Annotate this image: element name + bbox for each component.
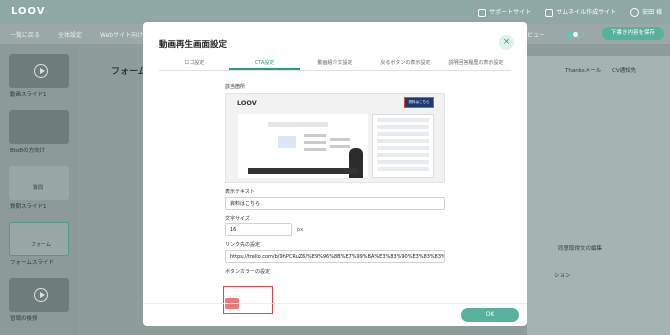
slide-label: 冒頭の挨拶: [10, 316, 38, 322]
slide-thumb-3[interactable]: 質問: [9, 166, 69, 200]
preview-cta-button: 資料はこちら: [404, 97, 434, 108]
global-settings-menu[interactable]: 全体設定: [58, 30, 82, 39]
slide-thumb-5[interactable]: [9, 278, 69, 312]
option-select[interactable]: ション: [554, 271, 571, 279]
preview-question-panel: [372, 114, 434, 178]
section-label: 該当箇所: [225, 84, 246, 90]
cta-preview-image: LOOV 資料はこちら: [225, 93, 445, 183]
preview-logo: LOOV: [237, 99, 257, 107]
button-color-label: ボタンカラーの設定: [225, 269, 271, 275]
slide-label: BtoBの方向け: [10, 148, 46, 154]
tab-cta[interactable]: CTA設定: [229, 58, 300, 70]
slide-thumb-4[interactable]: フォーム: [9, 222, 69, 256]
support-site-link[interactable]: サポートサイト: [478, 7, 531, 17]
play-icon: [34, 64, 48, 78]
avatar-icon: [630, 8, 640, 17]
slide-label: 動画スライド1: [10, 92, 47, 98]
external-link-icon: [545, 8, 554, 17]
preview-label: ビュー: [527, 32, 546, 39]
external-link-icon: [478, 8, 487, 17]
slide-label: 質問スライド1: [10, 204, 47, 210]
user-menu[interactable]: 安田 様: [630, 7, 662, 17]
settings-tabs: ロゴ設定 CTA設定 動画紹介文設定 戻るボタンの表示設定 説明回答履歴の表示設…: [159, 58, 511, 71]
display-text-label: 表示テキスト: [225, 189, 255, 195]
video-screen-settings-modal: 動画再生画面設定 × ロゴ設定 CTA設定 動画紹介文設定 戻るボタンの表示設定…: [143, 22, 527, 326]
consent-edit-link[interactable]: 同意取得文の編集: [558, 244, 602, 252]
thanks-mail-link[interactable]: Thanksメール: [565, 66, 601, 74]
link-label: リンク先の設定: [225, 242, 261, 248]
modal-divider: [143, 303, 527, 304]
save-draft-button[interactable]: 下書き内容を保存: [602, 27, 664, 40]
slide-thumb-1[interactable]: [9, 54, 69, 88]
tab-logo[interactable]: ロゴ設定: [159, 58, 229, 70]
back-to-list-link[interactable]: 一覧に戻る: [10, 30, 40, 39]
font-size-label: 文字サイズ: [225, 216, 250, 222]
tab-video-intro[interactable]: 動画紹介文設定: [300, 58, 370, 70]
close-icon[interactable]: ×: [499, 35, 514, 50]
slide-label: フォームスライド: [10, 260, 54, 266]
ok-button[interactable]: OK: [461, 308, 519, 322]
font-size-input[interactable]: 16: [225, 223, 292, 236]
slide-sidebar: 動画スライド1 BtoBの方向け 質問 質問スライド1 フォーム フォームスライ…: [0, 44, 78, 335]
web-menu[interactable]: Webサイト向け: [100, 30, 143, 39]
link-url-input[interactable]: https://trello.com/b/9hPCRuZ6/%E9%96%8B%…: [225, 250, 445, 263]
play-icon: [34, 288, 48, 302]
app-header: LOOV サポートサイト サムネイル作成サイト 安田 様: [0, 0, 670, 24]
app-logo: LOOV: [11, 6, 46, 17]
page-title: フォーム: [111, 67, 147, 77]
sample-site-link[interactable]: サムネイル作成サイト: [545, 7, 616, 17]
font-size-unit: px: [297, 227, 304, 233]
display-text-input[interactable]: 資料はこちら: [225, 197, 445, 210]
subtitle-bar: [248, 168, 358, 174]
tab-back-button[interactable]: 戻るボタンの表示設定: [370, 58, 440, 70]
preview-toggle[interactable]: [565, 31, 579, 38]
cv-notify-link[interactable]: CV通知先: [612, 66, 636, 74]
slide-thumb-2[interactable]: [9, 110, 69, 144]
modal-title: 動画再生画面設定: [159, 40, 228, 50]
settings-panel: [527, 56, 670, 335]
tab-answer-history[interactable]: 説明回答履歴の表示設定: [441, 58, 511, 70]
